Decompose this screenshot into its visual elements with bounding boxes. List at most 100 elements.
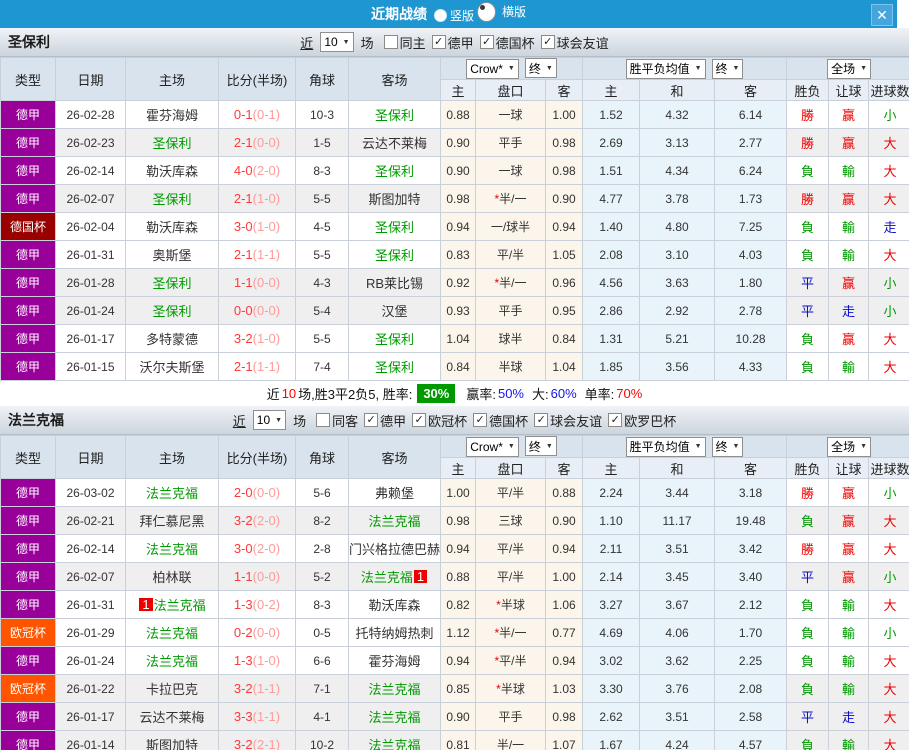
league-filter-0-checkbox[interactable]: ✓ <box>431 35 446 49</box>
asia-home-odds: 0.98 <box>440 506 476 535</box>
full-score: 3-2 <box>233 737 253 750</box>
full-score: 3-0 <box>233 541 253 556</box>
europe-draw-odds: 3.62 <box>639 646 716 675</box>
recent-results-dialog: 近期战绩 竖版 横版 ✕ 圣保利 近 10 ▼ 场同主 ✓ 德甲 ✓ 德国杯 ✓ 球会友谊 类型 日期… <box>0 0 909 750</box>
title-wrap: 近期战绩 竖版 横版 <box>0 0 897 28</box>
home-team-cell: 1 法兰克福 <box>125 590 219 619</box>
europe-avg-select[interactable]: 胜平负均值 ▼ <box>625 436 706 457</box>
away-team-name: 云达不莱梅 <box>361 136 427 151</box>
league-filter-1-label: 德国杯 <box>495 35 535 51</box>
handicap-text: 一球 <box>498 164 523 178</box>
corners-cell: 5-6 <box>295 478 349 507</box>
result-outcome: 平 <box>786 268 830 297</box>
score-cell: 3-0(1-0) <box>218 212 296 241</box>
europe-avg-select[interactable]: 胜平负均值 ▼ <box>625 58 706 79</box>
handicap-text: 一/球半 <box>490 220 531 234</box>
result-handicap: 輸 <box>828 674 870 703</box>
near-link[interactable]: 近 <box>300 33 313 52</box>
result-goals: 小 <box>868 296 909 325</box>
same-venue-checkbox[interactable] <box>316 413 331 427</box>
match-count-select[interactable]: 10 ▼ <box>252 410 287 430</box>
europe-home-odds: 2.14 <box>582 562 641 591</box>
league-badge: 德甲 <box>0 156 56 185</box>
match-count-select[interactable]: 10 ▼ <box>320 32 354 52</box>
europe-draw-odds: 4.34 <box>639 156 716 185</box>
europe-away-odds: 6.14 <box>714 100 788 129</box>
sub-column-header: 主 <box>440 457 476 479</box>
odds-company-select[interactable]: Crow* ▼ <box>466 436 519 457</box>
away-team-cell: 勒沃库森 <box>348 590 441 619</box>
away-team-name: RB莱比锡 <box>365 276 424 291</box>
home-team-cell: 圣保利 <box>125 268 219 297</box>
europe-stage-select[interactable]: 终 ▼ <box>711 436 744 457</box>
odds-company-select[interactable]: Crow* ▼ <box>466 58 519 79</box>
score-cell: 2-1(1-0) <box>218 184 296 213</box>
europe-draw-odds: 11.17 <box>639 506 716 535</box>
result-handicap: 輸 <box>828 352 870 381</box>
near-link[interactable]: 近 <box>233 411 246 430</box>
asia-home-odds: 1.00 <box>440 478 476 507</box>
half-score: (0-0) <box>252 275 281 290</box>
half-score: (1-0) <box>252 191 281 206</box>
europe-draw-odds: 4.80 <box>639 212 716 241</box>
asia-away-odds: 0.98 <box>544 156 584 185</box>
score-cell: 0-1(0-1) <box>218 100 296 129</box>
league-filter-3-checkbox[interactable]: ✓ <box>534 413 549 427</box>
away-team-name: 圣保利 <box>374 248 414 263</box>
matches-table: 类型 日期 主场 比分(半场) 角球 客场 Crow* ▼ 终 ▼ 胜平负均值 ▼ 终 ▼ 全场 ▼ 主盘口客主… <box>0 435 909 750</box>
league-badge: 德甲 <box>0 730 56 750</box>
section-header: 圣保利 近 10 ▼ 场同主 ✓ 德甲 ✓ 德国杯 ✓ 球会友谊 <box>0 28 909 57</box>
asia-away-odds: 0.96 <box>544 268 584 297</box>
same-venue-checkbox[interactable] <box>383 35 398 49</box>
full-score: 1-1 <box>233 569 253 584</box>
league-badge: 德甲 <box>0 506 56 535</box>
league-filter-2-checkbox[interactable]: ✓ <box>473 413 488 427</box>
odds-stage-select[interactable]: 终 ▼ <box>524 58 557 79</box>
away-team-cell: 法兰克福 <box>348 702 441 731</box>
asia-home-odds: 0.98 <box>440 184 476 213</box>
result-goals: 大 <box>868 534 909 563</box>
corners-cell: 7-1 <box>295 674 349 703</box>
europe-stage-select[interactable]: 终 ▼ <box>711 58 744 79</box>
asia-handicap: 一球 <box>475 156 546 185</box>
result-outcome: 負 <box>786 590 830 619</box>
result-handicap: 赢 <box>828 324 870 353</box>
close-button[interactable]: ✕ <box>871 4 893 26</box>
corners-cell: 4-3 <box>295 268 349 297</box>
result-handicap: 輸 <box>828 156 870 185</box>
summary-text: 近 <box>266 387 280 402</box>
europe-draw-odds: 3.63 <box>639 268 716 297</box>
radio-label: 竖版 <box>449 8 474 23</box>
result-handicap: 赢 <box>828 478 870 507</box>
half-score: (0-0) <box>252 485 281 500</box>
same-venue-label: 同主 <box>399 35 426 51</box>
asia-handicap: 半球 <box>475 352 546 381</box>
filter-bar: 近 10 ▼ 场同主 ✓ 德甲 ✓ 德国杯 ✓ 球会友谊 <box>0 28 909 56</box>
match-scope-select[interactable]: 全场 ▼ <box>827 436 872 457</box>
full-score: 4-0 <box>233 163 253 178</box>
europe-away-odds: 1.70 <box>714 618 788 647</box>
odds-stage-select[interactable]: 终 ▼ <box>524 436 557 457</box>
sub-column-header: 主 <box>582 457 641 479</box>
away-team-name: 弗赖堡 <box>374 486 414 501</box>
europe-away-odds: 10.28 <box>714 324 788 353</box>
league-filter-1-checkbox[interactable]: ✓ <box>412 413 427 427</box>
home-team-name: 圣保利 <box>152 304 192 319</box>
league-filter-4-checkbox[interactable]: ✓ <box>608 413 623 427</box>
league-filter-2-checkbox[interactable]: ✓ <box>540 35 555 49</box>
radio-label: 横版 <box>502 5 527 19</box>
match-scope-select[interactable]: 全场 ▼ <box>827 58 872 79</box>
handicap-text: 平/半 <box>496 486 525 500</box>
away-team-cell: 法兰克福 <box>348 674 441 703</box>
asia-odds-group: Crow* ▼ 终 ▼ <box>439 435 584 458</box>
layout-radio-horizontal[interactable]: 横版 <box>474 1 527 22</box>
away-team-cell: 霍芬海姆 <box>348 646 441 675</box>
europe-home-odds: 1.51 <box>582 156 641 185</box>
league-filter-1-checkbox[interactable]: ✓ <box>479 35 494 49</box>
away-team-name: 斯图加特 <box>368 192 421 207</box>
asia-away-odds: 0.84 <box>544 324 584 353</box>
sub-column-header: 客 <box>714 79 788 101</box>
layout-radio-vertical[interactable]: 竖版 <box>433 7 474 24</box>
league-filter-0-checkbox[interactable]: ✓ <box>364 413 379 427</box>
home-team-name: 勒沃库森 <box>145 220 198 235</box>
